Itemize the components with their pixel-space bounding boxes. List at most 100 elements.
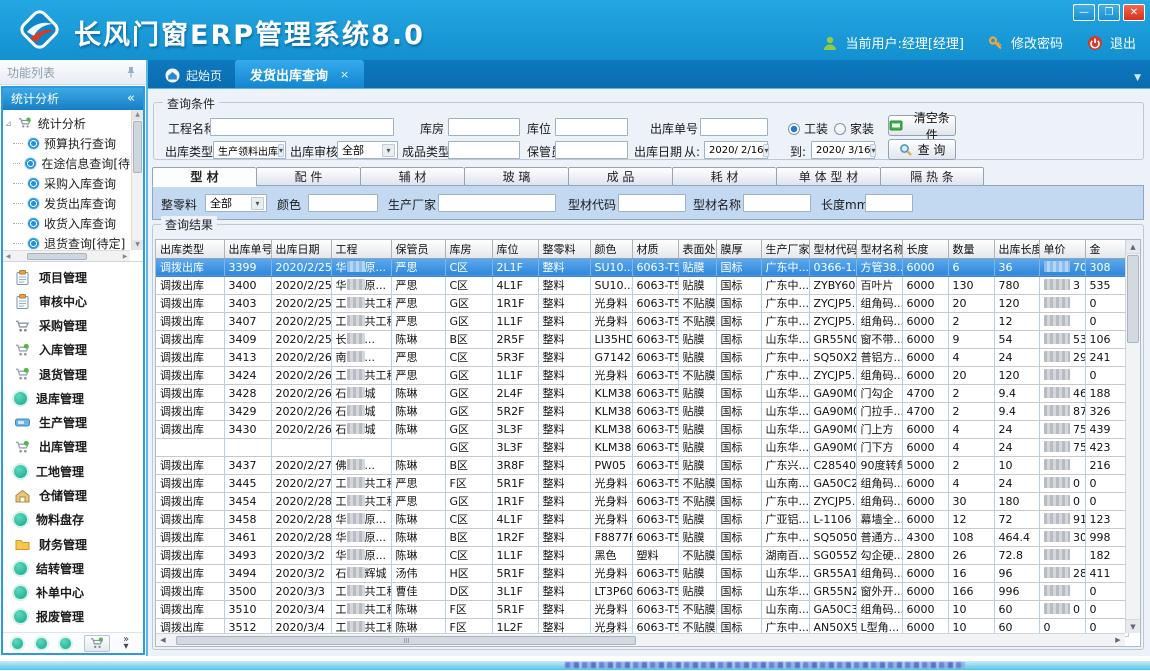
column-header-出库长度[interactable]: 出库长度 xyxy=(994,240,1039,258)
sidebar-item-生产管理[interactable]: 生产管理 xyxy=(3,411,143,435)
table-row-3407[interactable]: 调拨出库34072020/2/25工共工程严思G区1L1F整料光身料6063-T… xyxy=(156,312,1128,330)
whole-piece-select[interactable]: 全部▾ xyxy=(205,194,267,212)
sidebar-item-退货管理[interactable]: 退货管理 xyxy=(3,362,143,386)
material-tab-玻璃[interactable]: 玻 璃 xyxy=(464,167,568,186)
material-tab-辅材[interactable]: 辅 材 xyxy=(360,167,464,186)
column-header-生产厂家[interactable]: 生产厂家 xyxy=(761,240,809,258)
table-row-3429[interactable]: 调拨出库34292020/2/26石城陈琳G区5R2F整料KLM38176063… xyxy=(156,402,1128,420)
radio-jiazhuang[interactable]: 家装 xyxy=(834,120,874,137)
column-header-库位[interactable]: 库位 xyxy=(492,240,538,258)
date-from-picker[interactable]: 2020/ 2/16▾ xyxy=(704,141,768,159)
material-tab-单体型材[interactable]: 单 体 型 材 xyxy=(776,167,880,186)
maximize-button[interactable]: ❐ xyxy=(1098,4,1120,21)
sidebar-item-结转管理[interactable]: 结转管理 xyxy=(3,556,143,580)
tree-item-在途信息查询[待[interactable]: 在途信息查询[待 xyxy=(5,153,130,173)
sidebar-item-财务管理[interactable]: 财务管理 xyxy=(3,532,143,556)
sidebar-item-出库管理[interactable]: 出库管理 xyxy=(3,435,143,459)
table-vertical-scrollbar[interactable]: ▲ ▼ xyxy=(1125,240,1140,633)
table-row-3500[interactable]: 调拨出库35002020/3/3工共工程曹佳D区3L1F整料LT3P606063… xyxy=(156,582,1128,600)
logout-link[interactable]: 退出 xyxy=(1110,33,1136,52)
table-row-3458[interactable]: 调拨出库34582020/2/28华原...陈琳C区4L1F整料光身料6063-… xyxy=(156,510,1128,528)
tab-home[interactable]: 起始页 xyxy=(151,63,235,88)
project-name-input[interactable] xyxy=(210,118,394,136)
audit-select[interactable]: 全部▾ xyxy=(337,141,398,159)
tree-item-收货入库查询[interactable]: 收货入库查询 xyxy=(5,213,130,233)
sidebar-item-补单中心[interactable]: 补单中心 xyxy=(3,580,143,604)
sidebar-item-项目管理[interactable]: 项目管理 xyxy=(3,265,143,289)
sidebar-item-物料盘存[interactable]: 物料盘存 xyxy=(3,508,143,532)
close-button[interactable]: ✕ xyxy=(1123,4,1145,21)
sidebar-item-入库管理[interactable]: 入库管理 xyxy=(3,338,143,362)
table-row[interactable]: G区3L3F整料KLM38176063-T5贴膜国标山东华...GA90M09.… xyxy=(156,438,1128,456)
radio-gongzhuang[interactable]: 工装 xyxy=(788,120,828,137)
column-header-膜厚[interactable]: 膜厚 xyxy=(716,240,761,258)
table-row-3403[interactable]: 调拨出库34032020/2/25工共工程严思G区1R1F整料光身料6063-T… xyxy=(156,294,1128,312)
table-row-3461[interactable]: 调拨出库34612020/2/28华原...陈琳B区1R2F整料F8877FT6… xyxy=(156,528,1128,546)
scroll-right-icon[interactable]: ▶ xyxy=(1111,636,1125,644)
manufacturer-input[interactable] xyxy=(438,194,556,212)
scroll-thumb[interactable] xyxy=(133,121,142,173)
column-header-型材代码[interactable]: 型材代码 xyxy=(809,240,856,258)
sidebar-item-审核中心[interactable]: 审核中心 xyxy=(3,289,143,313)
column-header-保管员[interactable]: 保管员 xyxy=(391,240,445,258)
table-row-3413[interactable]: 调拨出库34132020/2/26南...严思C区5R3F整料G71422606… xyxy=(156,348,1128,366)
sidebar-item-退库管理[interactable]: 退库管理 xyxy=(3,386,143,410)
tree-item-退货查询[待定][interactable]: 退货查询[待定] xyxy=(5,233,130,250)
table-row-3437[interactable]: 调拨出库34372020/2/27佛...陈琳B区3R8F整料PW056063-… xyxy=(156,456,1128,474)
sidebar-section-header[interactable]: 统计分析 « xyxy=(3,88,143,110)
material-tab-配件[interactable]: 配 件 xyxy=(256,167,360,186)
table-row-3399[interactable]: 调拨出库33992020/2/25华原...严思C区2L1F整料SU10...6… xyxy=(156,258,1128,276)
column-header-出库日期[interactable]: 出库日期 xyxy=(271,240,331,258)
tree-root-statistics[interactable]: ⊿统计分析 xyxy=(5,113,130,133)
column-header-出库类型[interactable]: 出库类型 xyxy=(156,240,224,258)
column-header-工程[interactable]: 工程 xyxy=(331,240,391,258)
tree-horizontal-scrollbar[interactable]: ◀ ▶ xyxy=(3,250,130,261)
product-type-input[interactable] xyxy=(448,141,520,159)
scroll-up-icon[interactable]: ▲ xyxy=(1126,240,1140,254)
material-tab-成品[interactable]: 成 品 xyxy=(568,167,672,186)
column-header-材质[interactable]: 材质 xyxy=(632,240,678,258)
table-row-3409[interactable]: 调拨出库34092020/2/25长...陈琳B区2R5F整料LI35HD606… xyxy=(156,330,1128,348)
collapse-icon[interactable]: « xyxy=(127,88,135,110)
column-header-颜色[interactable]: 颜色 xyxy=(590,240,632,258)
tree-vertical-scrollbar[interactable]: ▲ ▼ xyxy=(131,110,143,250)
column-header-表面处理[interactable]: 表面处理 xyxy=(678,240,716,258)
tab-close-icon[interactable]: × xyxy=(340,68,349,81)
scroll-down-icon[interactable]: ▼ xyxy=(1126,619,1140,633)
tree-item-采购入库查询[interactable]: 采购入库查询 xyxy=(5,173,130,193)
color-input[interactable] xyxy=(308,194,378,212)
column-header-金[interactable]: 金 xyxy=(1085,240,1128,258)
profile-name-input[interactable] xyxy=(743,194,811,212)
tree-item-预算执行查询[interactable]: 预算执行查询 xyxy=(5,133,130,153)
sidebar-item-采购管理[interactable]: 采购管理 xyxy=(3,314,143,338)
material-tab-耗材[interactable]: 耗 材 xyxy=(672,167,776,186)
warehouse-input[interactable] xyxy=(448,118,520,136)
tab-shipping-query[interactable]: 发货出库查询 × xyxy=(235,60,364,88)
out-type-select[interactable]: 生产领料出库▾ xyxy=(213,141,286,159)
column-header-整零料[interactable]: 整零料 xyxy=(538,240,590,258)
module-dot-icon[interactable] xyxy=(60,638,71,649)
date-to-picker[interactable]: 2020/ 3/16▾ xyxy=(811,141,875,159)
column-header-出库单号[interactable]: 出库单号 xyxy=(224,240,271,258)
table-row-3430[interactable]: 调拨出库34302020/2/26石城陈琳G区3L3F整料KLM38176063… xyxy=(156,420,1128,438)
scroll-left-icon[interactable]: ◀ xyxy=(156,636,170,644)
table-horizontal-scrollbar[interactable]: ◀ ▶ xyxy=(156,633,1125,646)
column-header-数量[interactable]: 数量 xyxy=(948,240,994,258)
table-row-3454[interactable]: 调拨出库34542020/2/28工共工程严思G区1R1F整料光身料6063-T… xyxy=(156,492,1128,510)
module-dot-icon[interactable] xyxy=(36,638,47,649)
sidebar-item-报废管理[interactable]: 报废管理 xyxy=(3,605,143,629)
clear-conditions-button[interactable]: 清空条件 xyxy=(888,115,956,136)
table-row-3494[interactable]: 调拨出库34942020/3/2石辉城汤伟H区5R1F整料光身料6063-T5贴… xyxy=(156,564,1128,582)
length-input[interactable] xyxy=(865,194,913,212)
table-row-3493[interactable]: 调拨出库34932020/3/2华原...陈琳C区1L1F整料黑色塑料不贴膜国标… xyxy=(156,546,1128,564)
location-input[interactable] xyxy=(555,118,628,136)
scroll-up-icon[interactable]: ▲ xyxy=(132,110,143,120)
tab-list-dropdown-icon[interactable]: ▼ xyxy=(1134,73,1141,83)
column-header-长度[interactable]: 长度 xyxy=(902,240,948,258)
material-tab-型材[interactable]: 型 材 xyxy=(152,167,256,187)
keeper-input[interactable] xyxy=(555,141,628,159)
table-row-3400[interactable]: 调拨出库34002020/2/25华原...严思C区4L1F整料SU10...6… xyxy=(156,276,1128,294)
scroll-left-icon[interactable]: ◀ xyxy=(3,253,13,260)
minimize-button[interactable]: — xyxy=(1073,4,1095,21)
material-tab-隔热条[interactable]: 隔 热 条 xyxy=(880,167,984,186)
